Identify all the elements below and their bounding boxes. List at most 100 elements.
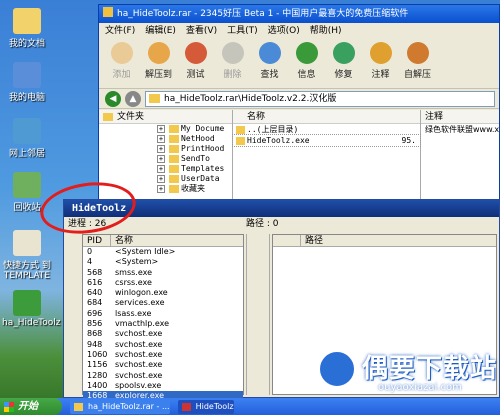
toolbar-icon bbox=[332, 42, 355, 64]
taskbar: 开始 ha_HideToolz.rar - ... HideToolz bbox=[0, 398, 500, 415]
file-row[interactable]: ..(上层目录) bbox=[233, 124, 420, 135]
desktop-shortcut-icon bbox=[13, 62, 41, 88]
address-input[interactable]: ha_HideToolz.rar\HideToolz.v2.2.汉化版 bbox=[145, 90, 495, 107]
process-list[interactable]: PID 名称 0 <System Idle> 4 <System> 568 smss.ex… bbox=[82, 234, 244, 402]
process-row[interactable]: 856 vmacthlp.exe bbox=[83, 319, 243, 329]
process-row[interactable]: 1280 svchost.exe bbox=[83, 371, 243, 381]
folder-icon bbox=[236, 126, 245, 134]
expand-icon[interactable]: + bbox=[157, 155, 165, 163]
desktop-icon[interactable]: 我的电脑 bbox=[2, 62, 52, 103]
toolbar-button[interactable]: 修复 bbox=[325, 39, 362, 88]
menu-item[interactable]: 查看(V) bbox=[186, 23, 217, 39]
toolbar-label: 删除 bbox=[223, 70, 242, 80]
address-bar: ◀ ▲ ha_HideToolz.rar\HideToolz.v2.2.汉化版 bbox=[99, 89, 499, 109]
menu-item[interactable]: 选项(O) bbox=[268, 23, 300, 39]
up-button[interactable]: ▲ bbox=[125, 90, 141, 107]
taskbar-item-hidetoolz[interactable]: HideToolz bbox=[177, 399, 234, 414]
toolbar-icon bbox=[147, 42, 170, 64]
toolbar-button[interactable]: 删除 bbox=[214, 39, 251, 88]
process-row[interactable]: 4 <System> bbox=[83, 257, 243, 267]
tree-item[interactable]: + SendTo bbox=[99, 154, 232, 164]
folder-icon bbox=[169, 185, 179, 193]
process-row[interactable]: 568 smss.exe bbox=[83, 268, 243, 278]
exe-file-icon bbox=[236, 137, 245, 145]
archiver-title-bar[interactable]: ha_HideToolz.rar - 2345好压 Beta 1 - 中国用户最… bbox=[99, 5, 499, 23]
desktop-shortcut-icon bbox=[13, 172, 41, 198]
tree-item[interactable]: + Templates bbox=[99, 164, 232, 174]
tree-item[interactable]: + NetHood bbox=[99, 134, 232, 144]
toolbar-icon bbox=[221, 42, 244, 64]
expand-icon[interactable]: + bbox=[157, 185, 165, 193]
toolbar-button[interactable]: 信息 bbox=[288, 39, 325, 88]
file-list[interactable]: 名称 ..(上层目录) HideToolz.exe 95. bbox=[232, 110, 421, 201]
name-column-header[interactable]: 名称 bbox=[111, 235, 243, 246]
start-button[interactable]: 开始 bbox=[0, 398, 62, 415]
desktop-icon[interactable]: 快捷方式 到 TEMPLATE bbox=[2, 230, 52, 281]
toolbar-icon bbox=[406, 42, 429, 64]
toolbar-button[interactable]: 测试 bbox=[177, 39, 214, 88]
expand-icon[interactable]: + bbox=[157, 175, 165, 183]
expand-icon[interactable]: + bbox=[157, 165, 165, 173]
pid-column-header[interactable]: PID bbox=[83, 235, 111, 246]
expand-icon[interactable]: + bbox=[157, 125, 165, 133]
notes-pane: 注释 绿色软件联盟www.xd bbox=[421, 110, 499, 201]
toolbar-label: 自解压 bbox=[403, 70, 431, 80]
splitter[interactable] bbox=[246, 234, 270, 395]
process-row[interactable]: 868 svchost.exe bbox=[83, 329, 243, 339]
toolbar-button[interactable]: 查找 bbox=[251, 39, 288, 88]
desktop-icon[interactable]: ha_HideToolz bbox=[2, 290, 61, 328]
windows-logo-icon bbox=[4, 402, 14, 412]
menu-item[interactable]: 文件(F) bbox=[105, 23, 135, 39]
file-row[interactable]: HideToolz.exe 95. bbox=[232, 134, 421, 147]
watermark-url: ouyaoxiazai.com bbox=[378, 382, 462, 393]
toolbar-label: 信息 bbox=[297, 70, 316, 80]
name-column-header[interactable]: 名称 bbox=[233, 110, 420, 124]
archiver-app-icon bbox=[103, 7, 113, 17]
folder-icon bbox=[149, 93, 160, 103]
folder-icon bbox=[169, 145, 179, 153]
toolbar-label: 解压到 bbox=[144, 70, 172, 80]
process-row[interactable]: 684 services.exe bbox=[83, 298, 243, 308]
path-count: 路径 : 0 bbox=[246, 219, 279, 229]
desktop-icon[interactable]: 网上邻居 bbox=[2, 118, 52, 159]
toolbar-button[interactable]: 添加 bbox=[103, 39, 140, 88]
back-button[interactable]: ◀ bbox=[105, 90, 121, 107]
taskbar-item-archiver[interactable]: ha_HideToolz.rar - ... bbox=[70, 399, 170, 414]
folder-icon bbox=[103, 113, 113, 121]
process-row[interactable]: 1060 svchost.exe bbox=[83, 350, 243, 360]
toolbar-label: 添加 bbox=[112, 70, 131, 80]
toolbar-button[interactable]: 解压到 bbox=[140, 39, 177, 88]
toolbar-button[interactable]: 自解压 bbox=[399, 39, 436, 88]
process-row[interactable]: 0 <System Idle> bbox=[83, 247, 243, 257]
watermark: 偶要下载站 ouyaoxiazai.com bbox=[318, 344, 500, 400]
toolbar-icon bbox=[258, 42, 281, 64]
archiver-title: ha_HideToolz.rar - 2345好压 Beta 1 - 中国用户最… bbox=[117, 9, 409, 19]
desktop-icon[interactable]: 我的文档 bbox=[2, 8, 52, 49]
archiver-window[interactable]: ha_HideToolz.rar - 2345好压 Beta 1 - 中国用户最… bbox=[98, 4, 500, 202]
toolbar-label: 注释 bbox=[371, 70, 390, 80]
toolbar: 添加 解压到 测试 删除 查找 信息 修复 注释 自解压 bbox=[99, 39, 499, 89]
expand-icon[interactable]: + bbox=[157, 135, 165, 143]
desktop-icon-label: 我的文档 bbox=[8, 39, 45, 49]
desktop-icon-label: 我的电脑 bbox=[8, 93, 45, 103]
menu-item[interactable]: 帮助(H) bbox=[310, 23, 342, 39]
expand-icon[interactable]: + bbox=[157, 145, 165, 153]
path-list-header: 路径 bbox=[273, 235, 496, 247]
desktop-icon-label: 快捷方式 到 TEMPLATE bbox=[3, 261, 51, 281]
process-row[interactable]: 616 csrss.exe bbox=[83, 278, 243, 288]
desktop-icon-label: ha_HideToolz bbox=[2, 318, 61, 328]
menu-item[interactable]: 编辑(E) bbox=[145, 23, 176, 39]
process-row[interactable]: 948 svchost.exe bbox=[83, 340, 243, 350]
process-row[interactable]: 1400 spoolsv.exe bbox=[83, 381, 243, 391]
tree-item[interactable]: + UserData bbox=[99, 174, 232, 184]
path-column-header[interactable]: 路径 bbox=[301, 235, 323, 246]
tree-item[interactable]: + PrintHood bbox=[99, 144, 232, 154]
menu-item[interactable]: 工具(T) bbox=[227, 23, 258, 39]
process-row[interactable]: 640 winlogon.exe bbox=[83, 288, 243, 298]
process-row[interactable]: 1156 svchost.exe bbox=[83, 360, 243, 370]
notes-value: 绿色软件联盟www.xd bbox=[425, 125, 499, 134]
tree-item[interactable]: + My Docume bbox=[99, 124, 232, 134]
toolbar-button[interactable]: 注释 bbox=[362, 39, 399, 88]
toolbar-icon bbox=[184, 42, 207, 64]
process-row[interactable]: 696 lsass.exe bbox=[83, 309, 243, 319]
